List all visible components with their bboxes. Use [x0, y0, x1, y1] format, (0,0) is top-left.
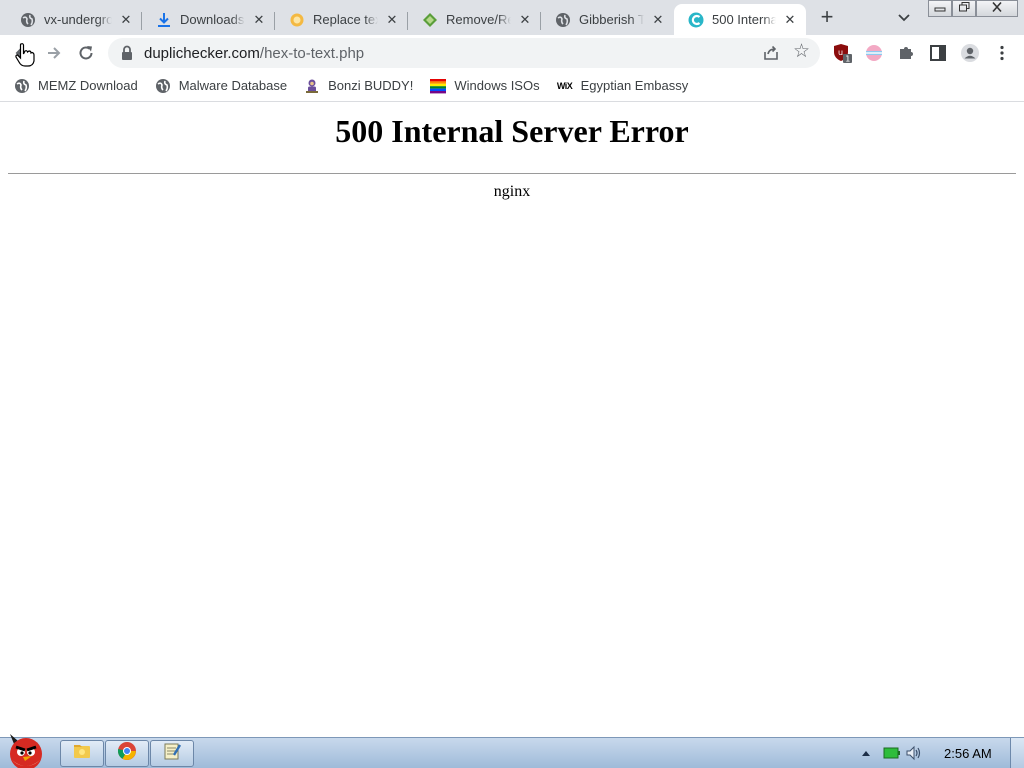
start-button-angry-bird-icon[interactable] — [4, 730, 50, 768]
url-domain: duplichecker.com — [144, 44, 260, 62]
new-tab-button[interactable]: + — [814, 6, 840, 30]
download-icon — [156, 12, 172, 28]
ublock-extension-icon[interactable]: u1 — [832, 43, 852, 63]
browser-toolbar: duplichecker.com/hex-to-text.php ☆ u1 — [0, 35, 1024, 70]
lock-icon[interactable] — [120, 45, 134, 61]
tab-title: Downloads — [180, 12, 245, 27]
restore-button[interactable] — [952, 0, 976, 17]
window-controls — [928, 0, 1018, 18]
show-hidden-icons-icon[interactable] — [860, 745, 872, 761]
extensions-puzzle-icon[interactable] — [896, 43, 916, 63]
share-icon[interactable] — [762, 44, 780, 62]
svg-text:u: u — [838, 48, 843, 57]
tab-title: Gibberish Text — [579, 12, 644, 27]
tab-title: Remove/Replace — [446, 12, 511, 27]
bookmark-memz-download[interactable]: MEMZ Download — [14, 78, 138, 94]
notepad-icon — [162, 741, 182, 766]
duplichecker-icon — [688, 12, 704, 28]
tab-title: 500 Internal Server Error — [712, 12, 776, 27]
divider — [8, 173, 1016, 174]
tab-strip: vx-underground ✕ Downloads ✕ Replace tex… — [0, 0, 1024, 35]
chrome-icon — [117, 741, 137, 766]
folder-icon — [72, 741, 92, 766]
bonzi-icon — [304, 78, 320, 94]
side-panel-icon[interactable] — [928, 43, 948, 63]
globe-icon — [155, 78, 171, 94]
bookmark-label: Malware Database — [178, 78, 288, 93]
tab-downloads[interactable]: Downloads ✕ — [142, 4, 275, 35]
close-tab-icon[interactable]: ✕ — [251, 12, 267, 28]
taskbar-notepad-button[interactable] — [150, 740, 194, 767]
bookmark-windows-isos[interactable]: Windows ISOs — [430, 78, 540, 94]
url-text: duplichecker.com/hex-to-text.php — [144, 45, 364, 62]
tab-search-chevron-icon[interactable] — [894, 8, 914, 28]
translate-extension-icon[interactable] — [864, 43, 884, 63]
bookmark-bonzi-buddy[interactable]: Bonzi BUDDY! — [304, 78, 413, 94]
bookmark-malware-database[interactable]: Malware Database — [155, 78, 287, 94]
menu-kebab-icon[interactable] — [992, 43, 1012, 63]
minimize-button[interactable] — [928, 0, 952, 17]
bulb-icon — [289, 12, 305, 28]
close-tab-icon[interactable]: ✕ — [517, 12, 533, 28]
wix-icon: WiX — [556, 80, 573, 91]
globe-icon — [14, 78, 30, 94]
globe-icon — [20, 12, 36, 28]
volume-icon[interactable] — [904, 745, 924, 761]
tab-title: vx-underground — [44, 12, 112, 27]
tab-replace-text[interactable]: Replace text ✕ — [275, 4, 408, 35]
bookmarks-bar: MEMZ Download Malware Database Bonzi BUD… — [0, 70, 1024, 102]
bookmark-label: Egyptian Embassy — [580, 78, 689, 93]
tab-title: Replace text — [313, 12, 378, 27]
forward-button[interactable] — [40, 39, 68, 67]
taskbar-explorer-button[interactable] — [60, 740, 104, 767]
bookmark-label: Bonzi BUDDY! — [328, 78, 414, 93]
bookmark-label: Windows ISOs — [454, 78, 540, 93]
close-tab-icon[interactable]: ✕ — [384, 12, 400, 28]
close-tab-icon[interactable]: ✕ — [782, 12, 798, 28]
close-window-button[interactable] — [976, 0, 1018, 17]
close-tab-icon[interactable]: ✕ — [118, 12, 134, 28]
globe-icon — [555, 12, 571, 28]
taskbar: 2:56 AM — [0, 734, 1024, 768]
show-desktop-button[interactable] — [1010, 738, 1024, 768]
error-heading: 500 Internal Server Error — [335, 113, 689, 149]
rainbow-flag-icon — [430, 78, 447, 94]
address-bar[interactable]: duplichecker.com/hex-to-text.php ☆ — [108, 38, 820, 68]
profile-avatar-icon[interactable] — [960, 43, 980, 63]
url-path: /hex-to-text.php — [259, 44, 365, 62]
taskbar-clock[interactable]: 2:56 AM — [944, 746, 992, 761]
tab-remove-replace[interactable]: Remove/Replace ✕ — [408, 4, 541, 35]
taskbar-chrome-button[interactable] — [105, 740, 149, 767]
bookmark-label: MEMZ Download — [38, 78, 138, 93]
bookmark-egyptian-embassy[interactable]: WiX Egyptian Embassy — [556, 78, 689, 94]
reload-button[interactable] — [72, 39, 100, 67]
diamond-icon — [422, 12, 438, 28]
server-name: nginx — [493, 183, 531, 200]
tab-gibberish-text[interactable]: Gibberish Text ✕ — [541, 4, 674, 35]
extension-badge: 1 — [845, 55, 850, 64]
close-tab-icon[interactable]: ✕ — [650, 12, 666, 28]
hand-cursor-icon — [14, 42, 36, 68]
tab-vx-underground[interactable]: vx-underground ✕ — [6, 4, 142, 35]
battery-icon[interactable] — [882, 745, 902, 761]
bookmark-star-icon[interactable]: ☆ — [793, 42, 810, 62]
tab-500-error[interactable]: 500 Internal Server Error ✕ — [674, 4, 806, 35]
page-content: 500 Internal Server Error nginx — [0, 103, 1024, 737]
